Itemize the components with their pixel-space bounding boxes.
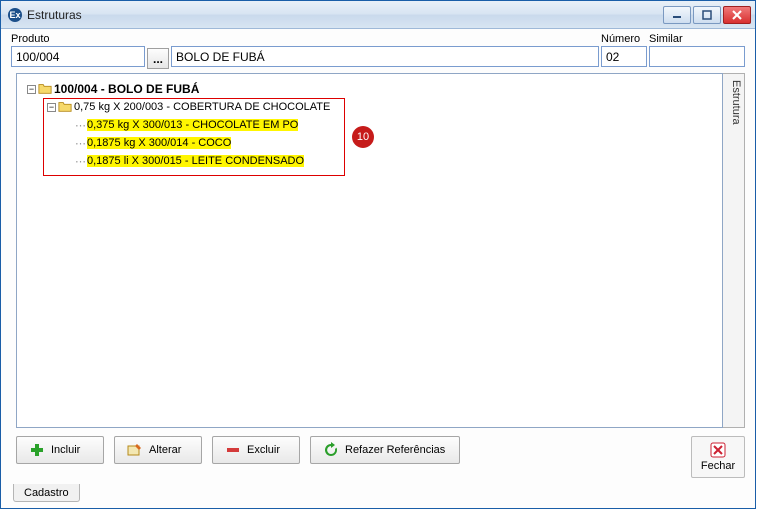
- window-controls: [663, 6, 755, 24]
- excluir-button[interactable]: Excluir: [212, 436, 300, 464]
- produto-desc-input[interactable]: [171, 46, 599, 67]
- side-tab-estrutura[interactable]: Estrutura: [723, 73, 745, 428]
- button-row: Incluir Alterar Excluir Refazer Referênc…: [1, 432, 755, 484]
- app-icon: Ex: [7, 7, 23, 23]
- refazer-label: Refazer Referências: [345, 444, 445, 456]
- close-window-button[interactable]: [723, 6, 751, 24]
- tree-root-label[interactable]: 100/004 - BOLO DE FUBÁ: [54, 82, 199, 96]
- produto-lookup-button[interactable]: ...: [147, 48, 169, 69]
- tree-connector-icon: ⋯: [75, 137, 85, 150]
- tree-leaf: ⋯ 0,1875 li X 300/015 - LEITE CONDENSADO: [75, 152, 718, 170]
- minimize-button[interactable]: [663, 6, 691, 24]
- body-area: Produto ... Número Similar: [1, 29, 755, 508]
- similar-label: Similar: [649, 33, 745, 45]
- numero-input[interactable]: [601, 46, 647, 67]
- tree-root: − 100/004 - BOLO DE FUBÁ −: [27, 80, 718, 170]
- svg-text:Ex: Ex: [9, 10, 20, 20]
- close-icon: [710, 442, 726, 458]
- tab-cadastro[interactable]: Cadastro: [13, 484, 80, 502]
- maximize-button[interactable]: [693, 6, 721, 24]
- fechar-label: Fechar: [701, 460, 735, 472]
- plus-icon: [29, 442, 45, 458]
- window-title: Estruturas: [27, 8, 82, 22]
- produto-desc-label: [171, 33, 599, 45]
- window-frame: Ex Estruturas Produto ...: [0, 0, 756, 509]
- minus-icon[interactable]: −: [47, 103, 56, 112]
- alterar-button[interactable]: Alterar: [114, 436, 202, 464]
- refazer-referencias-button[interactable]: Refazer Referências: [310, 436, 460, 464]
- tree-leaf: ⋯ 0,1875 kg X 300/014 - COCO: [75, 134, 718, 152]
- bottom-tabs: Cadastro: [1, 484, 755, 508]
- tree-leaf-label[interactable]: 0,1875 li X 300/015 - LEITE CONDENSADO: [87, 155, 304, 167]
- tree-leaf-label[interactable]: 0,375 kg X 300/013 - CHOCOLATE EM PO: [87, 119, 298, 131]
- folder-open-icon: [58, 99, 72, 116]
- tree-panel[interactable]: − 100/004 - BOLO DE FUBÁ −: [16, 73, 723, 428]
- numero-label: Número: [601, 33, 647, 45]
- tree-level1: − 0,75 kg X 200/003 - COBERTURA DE CHOCO…: [47, 98, 718, 170]
- folder-open-icon: [38, 81, 52, 98]
- edit-icon: [127, 442, 143, 458]
- produto-label: Produto: [11, 33, 145, 45]
- incluir-label: Incluir: [51, 444, 80, 456]
- excluir-label: Excluir: [247, 444, 280, 456]
- minus-icon[interactable]: −: [27, 85, 36, 94]
- alterar-label: Alterar: [149, 444, 181, 456]
- top-fields: Produto ... Número Similar: [1, 29, 755, 71]
- tree-connector-icon: ⋯: [75, 155, 85, 168]
- tree-leaf-label[interactable]: 0,1875 kg X 300/014 - COCO: [87, 137, 231, 149]
- tree-level1-label[interactable]: 0,75 kg X 200/003 - COBERTURA DE CHOCOLA…: [74, 101, 330, 113]
- minus-red-icon: [225, 442, 241, 458]
- tree-connector-icon: ⋯: [75, 119, 85, 132]
- incluir-button[interactable]: Incluir: [16, 436, 104, 464]
- titlebar: Ex Estruturas: [1, 1, 755, 29]
- tree-area: − 100/004 - BOLO DE FUBÁ −: [16, 73, 745, 428]
- similar-input[interactable]: [649, 46, 745, 67]
- fechar-button[interactable]: Fechar: [691, 436, 745, 478]
- refresh-icon: [323, 442, 339, 458]
- produto-code-input[interactable]: [11, 46, 145, 67]
- tree-leaf: ⋯ 0,375 kg X 300/013 - CHOCOLATE EM PO: [75, 116, 718, 134]
